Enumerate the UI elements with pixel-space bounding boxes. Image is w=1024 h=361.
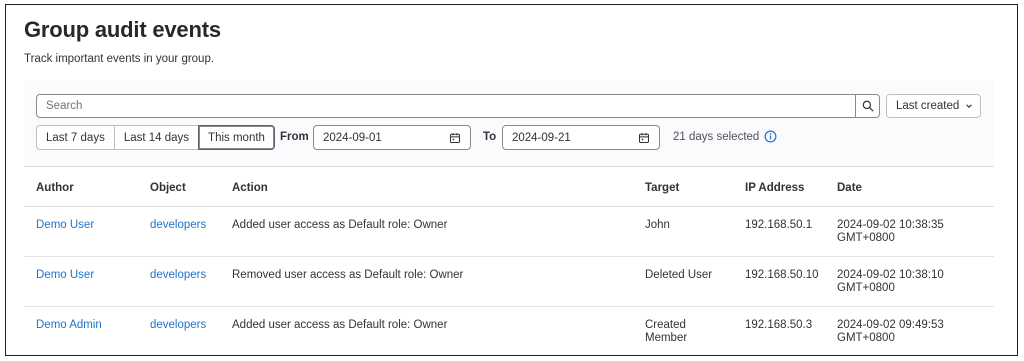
from-date-value: 2024-09-01 [323, 131, 382, 144]
target-text: John [645, 219, 670, 231]
from-date-input[interactable]: 2024-09-01 [313, 125, 471, 150]
ip-address-text: 192.168.50.3 [745, 319, 813, 331]
sort-dropdown[interactable]: Last created [886, 94, 981, 118]
range-last-14-days-button[interactable]: Last 14 days [113, 125, 200, 150]
search-input[interactable]: Search [36, 94, 856, 118]
author-link[interactable]: Demo Admin [36, 319, 102, 332]
table-row: Demo User developers Added user access a… [24, 207, 994, 257]
object-link[interactable]: developers [150, 269, 206, 282]
column-header-target: Target [645, 182, 680, 194]
from-label: From [280, 131, 309, 143]
table-header: Author Object Action Target IP Address D… [24, 171, 994, 207]
action-text: Added user access as Default role: Owner [232, 219, 448, 231]
action-text: Removed user access as Default role: Own… [232, 269, 464, 281]
table-row: Demo Admin developers Added user access … [24, 307, 994, 355]
to-label: To [483, 131, 497, 143]
column-header-date: Date [837, 182, 862, 194]
search-placeholder: Search [46, 100, 83, 112]
column-header-author: Author [36, 182, 74, 194]
column-header-action: Action [232, 182, 268, 194]
ip-address-text: 192.168.50.10 [745, 269, 819, 281]
range-this-month-button[interactable]: This month [198, 125, 275, 150]
author-link[interactable]: Demo User [36, 269, 94, 282]
date-text: 2024-09-02 09:49:53 GMT+0800 [837, 319, 944, 344]
column-header-object: Object [150, 182, 186, 194]
sort-label: Last created [896, 100, 960, 112]
range-last-7-days-button[interactable]: Last 7 days [36, 125, 115, 150]
author-link[interactable]: Demo User [36, 219, 94, 232]
ip-address-text: 192.168.50.1 [745, 219, 813, 231]
target-text: Deleted User [645, 269, 713, 281]
to-date-value: 2024-09-21 [512, 131, 571, 144]
object-link[interactable]: developers [150, 319, 206, 332]
date-range-buttons: Last 7 days Last 14 days This month [36, 125, 275, 150]
calendar-icon [449, 132, 461, 143]
page-description: Track important events in your group. [24, 53, 215, 65]
object-link[interactable]: developers [150, 219, 206, 232]
date-text: 2024-09-02 10:38:35 GMT+0800 [837, 219, 944, 244]
date-text: 2024-09-02 10:38:10 GMT+0800 [837, 269, 944, 294]
chevron-down-icon [966, 104, 973, 108]
filter-panel: Search Last created Last 7 days Last 14 … [24, 81, 994, 167]
search-icon [862, 100, 873, 112]
page-title: Group audit events [24, 17, 221, 42]
days-selected-text: 21 days selected [673, 131, 760, 143]
action-text: Added user access as Default role: Owner [232, 319, 448, 331]
search-button[interactable] [855, 94, 880, 118]
to-date-input[interactable]: 2024-09-21 [502, 125, 660, 150]
information-icon[interactable] [764, 130, 777, 143]
audit-events-page: Group audit events Track important event… [5, 4, 1018, 356]
target-text: Created Member [645, 319, 688, 344]
calendar-icon [638, 132, 650, 143]
table-row: Demo User developers Removed user access… [24, 257, 994, 307]
column-header-ip-address: IP Address [745, 182, 805, 194]
